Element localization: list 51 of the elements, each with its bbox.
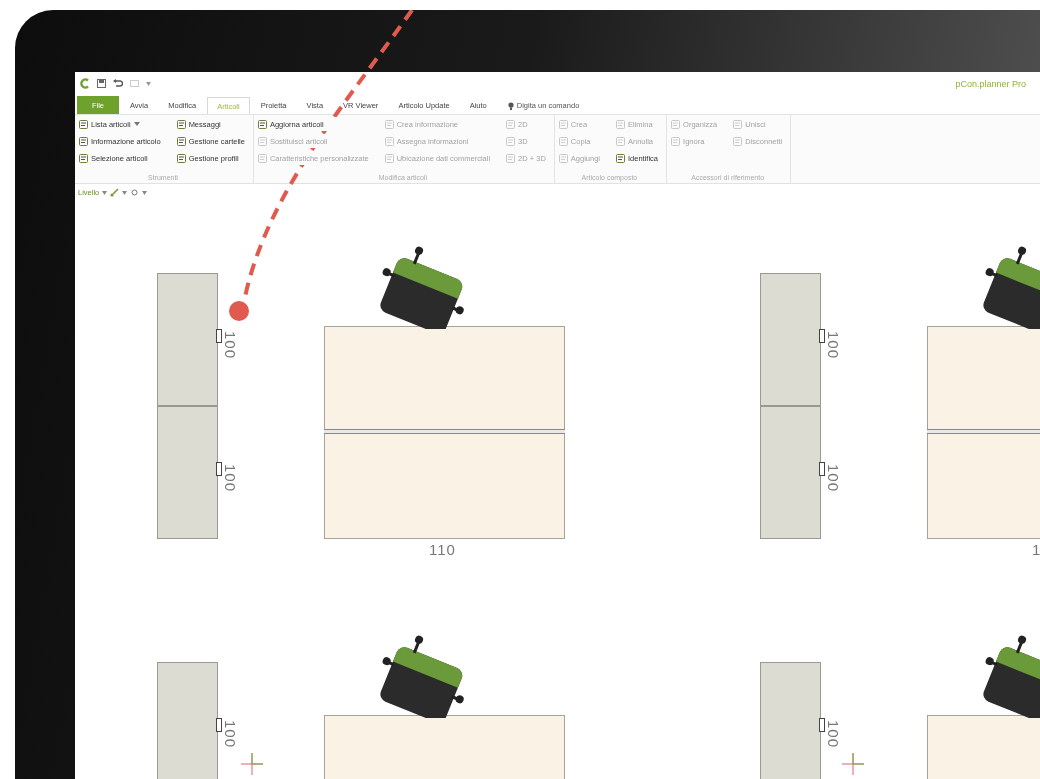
app-logo-icon [79,78,90,89]
lightbulb-icon [507,101,514,110]
tool-icon [506,119,516,129]
tool-icon [616,136,625,146]
tool-icon [384,136,394,146]
tool-icon [257,153,267,163]
cabinet-handle [216,329,222,343]
caret-icon[interactable] [102,190,108,195]
tool-icon [384,153,394,163]
save-icon[interactable] [97,79,106,88]
cabinet-handle [819,462,825,476]
undo-icon[interactable] [113,79,123,88]
tool-icon [506,153,516,163]
window-title: pCon.planner Pro [955,78,1027,89]
tool-icon [79,153,88,163]
tool-icon [79,119,88,129]
caret-icon[interactable] [142,190,148,195]
dimension-label: 100 [825,464,842,493]
dimension-label: 110 [429,541,456,558]
caret-icon[interactable] [122,190,128,195]
tool-icon [176,136,186,146]
dimension-label: 100 [222,720,239,749]
tool-icon [176,119,186,129]
caret-icon[interactable] [146,81,151,86]
dimension-label: 100 [825,331,842,360]
tool-icon [257,119,267,129]
tool-icon [257,136,267,146]
brush-icon[interactable] [110,188,120,197]
cabinet-handle [216,718,222,732]
tool-icon [558,136,568,146]
tool-icon [671,119,681,129]
dimension-label: 100 [222,464,239,493]
tool-icon [733,136,743,146]
crosshair-icon [842,753,864,775]
tool-icon [558,153,568,163]
tool-icon [79,136,88,146]
dimension-label: 100 [825,720,842,749]
cabinet-handle [819,329,825,343]
cabinet-handle [216,462,222,476]
tool-icon [558,119,568,129]
tool-icon [176,153,186,163]
tool-icon [616,119,625,129]
tool-icon [616,153,625,163]
tool-icon [671,136,681,146]
tool-icon [506,136,516,146]
dimension-label: 1 [1032,541,1040,558]
cabinet-handle [819,718,825,732]
tool-icon [733,119,743,129]
dimension-label: 100 [222,331,239,360]
crosshair-icon [241,753,263,775]
tool-icon [384,119,394,129]
